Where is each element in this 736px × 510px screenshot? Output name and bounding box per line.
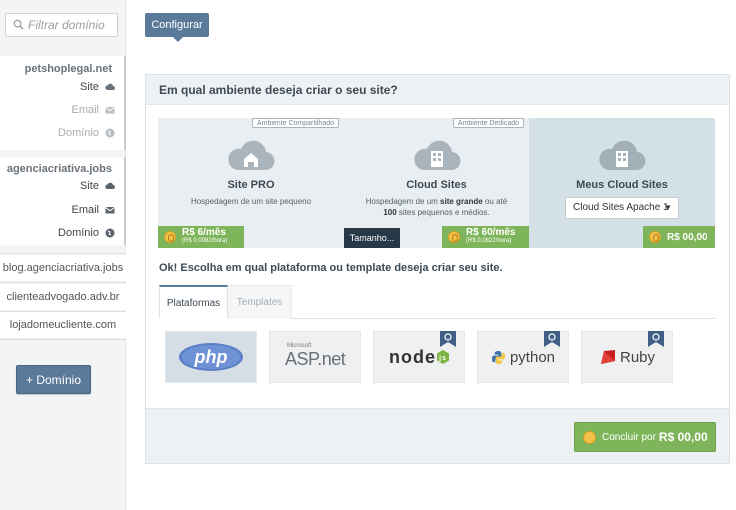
divider (0, 339, 126, 340)
env-title: Cloud Sites (406, 179, 467, 191)
domain-item[interactable]: blog.agenciacriativa.jobs (0, 255, 126, 281)
email-label: Email (71, 104, 99, 116)
sidebar: petshoplegal.net Site Email Domínio agen… (0, 0, 126, 510)
domain-item[interactable]: lojadomeucliente.com (0, 312, 126, 338)
coin-icon (583, 430, 596, 444)
price-main: R$ 00,00 (667, 231, 708, 243)
node-hexagon-icon: js (437, 350, 449, 364)
domain-dominio-link[interactable]: Domínio (58, 125, 115, 141)
conclude-prefix: Concluir por (602, 431, 656, 443)
php-logo: php (179, 343, 243, 371)
platform-aspnet[interactable]: Microsoft ASP.net (269, 331, 361, 383)
domain-site-link[interactable]: Site (80, 178, 115, 194)
domain-email-link[interactable]: Email (71, 202, 115, 218)
select-value: Cloud Sites Apache 1 (573, 202, 669, 213)
dominio-label: Domínio (58, 227, 99, 239)
price-badge: R$ 60/mês (R$ 0,0822/hora) (442, 226, 529, 248)
conclude-button[interactable]: Concluir por R$ 00,00 (574, 422, 716, 452)
domain-item[interactable]: clienteadvogado.adv.br (0, 284, 126, 310)
domain-email-link[interactable]: Email (71, 102, 115, 118)
domain-block-agenciacriativa: agenciacriativa.jobs Site Email Domínio (0, 157, 126, 245)
env-tag: Ambiente Dedicado (452, 118, 524, 128)
bookmark-icon (544, 331, 560, 347)
price-sub: (R$ 0,0822/hora) (466, 238, 512, 244)
cloud-building-icon (413, 140, 461, 171)
panel-footer: Concluir por R$ 00,00 (146, 408, 729, 463)
platform-ruby[interactable]: Ruby (581, 331, 673, 383)
price-sub: (R$ 0,0082/hora) (182, 238, 228, 244)
tab-plataformas[interactable]: Plataformas (159, 285, 228, 319)
divider (0, 253, 126, 254)
cloud-building-icon (599, 140, 646, 171)
dominio-label: Domínio (58, 127, 99, 139)
domain-site-link[interactable]: Site (80, 79, 115, 95)
platform-python[interactable]: python (477, 331, 569, 383)
platform-tabs: Plataformas Templates (159, 285, 716, 319)
cloud-site-select[interactable]: Cloud Sites Apache 1 ▼ (565, 197, 679, 219)
platform-list: php Microsoft ASP.net node js python Rub… (165, 331, 685, 383)
domain-title[interactable]: petshoplegal.net (25, 63, 112, 75)
tab-templates[interactable]: Templates (228, 285, 292, 319)
price-main: R$ 60/mês (466, 227, 516, 238)
conclude-amount: R$ 00,00 (658, 430, 708, 444)
domain-dominio-link[interactable]: Domínio (58, 225, 115, 241)
caret-down-icon: ▼ (664, 203, 672, 212)
platform-node[interactable]: node js (373, 331, 465, 383)
python-snake-icon (491, 350, 506, 364)
envelope-icon (105, 207, 115, 214)
platform-php[interactable]: php (165, 331, 257, 383)
cloud-icon (105, 182, 115, 190)
node-logo: node js (389, 347, 449, 368)
svg-text:js: js (438, 355, 447, 362)
site-label: Site (80, 81, 99, 93)
ruby-logo: Ruby (599, 348, 655, 366)
price-badge: R$ 6/mês (R$ 0,0082/hora) (158, 226, 244, 248)
coin-icon (448, 231, 460, 243)
aspnet-logo: Microsoft ASP.net (285, 343, 346, 369)
filter-field[interactable] (5, 13, 118, 37)
env-site-pro[interactable]: Ambiente Compartilhado Site PRO Hospedag… (158, 118, 344, 248)
python-logo: python (491, 349, 555, 366)
bookmark-icon (648, 331, 664, 347)
env-tag: Ambiente Compartilhado (251, 118, 339, 128)
svg-text:php: php (194, 347, 228, 367)
env-cloud-sites[interactable]: Ambiente Dedicado Cloud Sites Hospedagem… (344, 118, 529, 248)
price-badge: R$ 00,00 (643, 226, 715, 248)
env-title: Site PRO (227, 179, 275, 191)
env-my-cloud-sites[interactable]: Meus Cloud Sites Cloud Sites Apache 1 ▼ … (529, 118, 715, 248)
domain-title[interactable]: agenciacriativa.jobs (7, 163, 112, 175)
environment-panel: Em qual ambiente deseja criar o seu site… (145, 74, 730, 464)
globe-icon (105, 128, 115, 138)
ruby-gem-icon (600, 350, 615, 364)
add-domain-button[interactable]: + Domínio (16, 365, 91, 394)
envelope-icon (105, 107, 115, 114)
domain-block-petshoplegal: petshoplegal.net Site Email Domínio (0, 56, 126, 150)
globe-icon (105, 228, 115, 238)
env-desc: Hospedagem de um site pequeno (190, 197, 312, 206)
site-label: Site (80, 180, 99, 192)
price-main: R$ 6/mês (182, 227, 226, 238)
configurar-button[interactable]: Configurar (145, 13, 209, 42)
search-icon (13, 19, 24, 30)
divider (0, 282, 126, 283)
bookmark-icon (440, 331, 456, 347)
env-desc: Hospedagem de um site grande ou até 100 … (365, 197, 508, 217)
environment-options: Ambiente Compartilhado Site PRO Hospedag… (158, 118, 715, 248)
env-title: Meus Cloud Sites (576, 179, 668, 191)
cloud-home-icon (228, 140, 275, 171)
coin-icon (164, 231, 176, 243)
filter-input[interactable] (28, 17, 114, 33)
size-tooltip[interactable]: Tamanho... (344, 228, 400, 248)
platform-prompt: Ok! Escolha em qual plataforma ou templa… (159, 262, 503, 274)
coin-icon (649, 231, 661, 243)
panel-title: Em qual ambiente deseja criar o seu site… (146, 75, 729, 105)
email-label: Email (71, 204, 99, 216)
cloud-icon (105, 83, 115, 91)
